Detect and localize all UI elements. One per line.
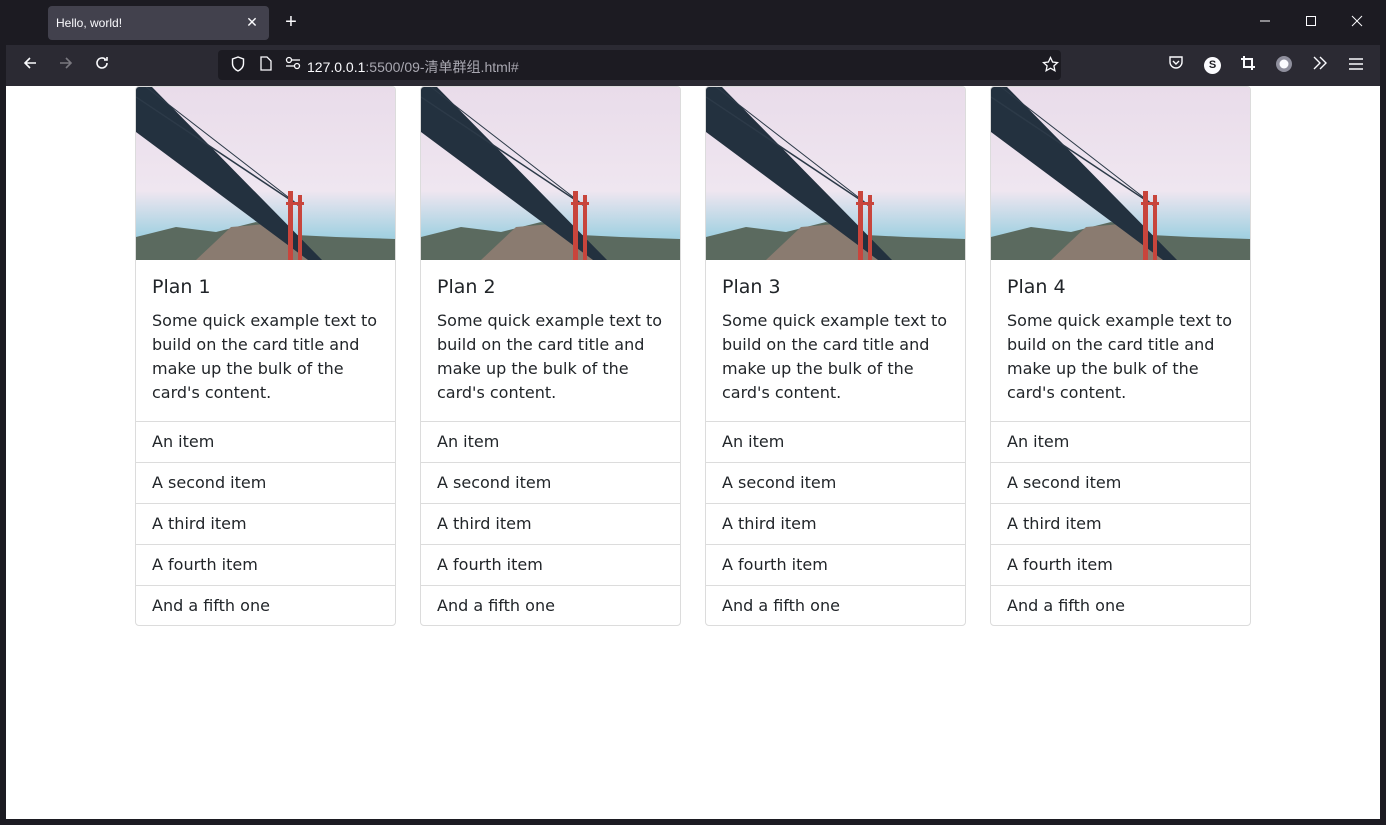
tab-strip: Hello, world! ✕ +: [0, 0, 1386, 45]
bridge-image: [991, 87, 1250, 260]
back-arrow-icon[interactable]: [20, 55, 40, 75]
tab-title: Hello, world!: [56, 16, 123, 30]
card-body: Plan 4 Some quick example text to build …: [1007, 275, 1237, 405]
url-bar[interactable]: 127.0.0.1:5500/09-清单群组.html#: [218, 50, 1061, 80]
card-text: Some quick example text to build on the …: [437, 311, 663, 402]
list-item: A second item: [136, 462, 395, 503]
maximize-icon[interactable]: [1301, 12, 1321, 32]
browser-window: Hello, world! ✕ + 127.0.0.1:5500/09-清单群组…: [0, 0, 1386, 825]
list-item: A fourth item: [991, 544, 1250, 585]
new-tab-icon[interactable]: +: [281, 12, 301, 32]
card-body: Plan 2 Some quick example text to build …: [437, 275, 667, 405]
permissions-icon[interactable]: [284, 56, 302, 74]
hamburger-menu-icon[interactable]: [1346, 55, 1366, 75]
card-body: Plan 1 Some quick example text to build …: [152, 275, 382, 405]
minimize-icon[interactable]: [1255, 12, 1275, 32]
card-text: Some quick example text to build on the …: [722, 311, 948, 402]
list-item: A second item: [421, 462, 680, 503]
card-title: Plan 1: [152, 276, 211, 298]
card-title: Plan 4: [1007, 276, 1066, 298]
card: Plan 2 Some quick example text to build …: [420, 86, 681, 626]
list-group: An item A second item A third item A fou…: [991, 421, 1250, 625]
list-group: An item A second item A third item A fou…: [706, 421, 965, 625]
list-item: And a fifth one: [421, 585, 680, 625]
list-item: A third item: [136, 503, 395, 544]
list-item: And a fifth one: [706, 585, 965, 625]
url-text[interactable]: 127.0.0.1:5500/09-清单群组.html#: [307, 57, 519, 77]
list-item: A third item: [706, 503, 965, 544]
list-group: An item A second item A third item A fou…: [421, 421, 680, 625]
screenshot-icon[interactable]: [1238, 55, 1258, 75]
card: Plan 4 Some quick example text to build …: [990, 86, 1251, 626]
chevrons-icon[interactable]: [1310, 55, 1330, 75]
nav-toolbar: 127.0.0.1:5500/09-清单群组.html# S: [6, 45, 1380, 86]
bridge-image: [421, 87, 680, 260]
record-icon[interactable]: [1274, 55, 1294, 75]
list-item: A second item: [991, 462, 1250, 503]
close-tab-icon[interactable]: ✕: [243, 13, 261, 31]
url-host: 127.0.0.1: [307, 59, 366, 75]
shield-icon[interactable]: [229, 56, 247, 74]
list-item: An item: [421, 421, 680, 462]
list-item: And a fifth one: [991, 585, 1250, 625]
list-group: An item A second item A third item A fou…: [136, 421, 395, 625]
card-text: Some quick example text to build on the …: [1007, 311, 1233, 402]
list-item: A third item: [421, 503, 680, 544]
star-icon[interactable]: [1041, 55, 1059, 74]
card-text: Some quick example text to build on the …: [152, 311, 378, 402]
list-item: A fourth item: [136, 544, 395, 585]
list-item: An item: [706, 421, 965, 462]
list-item: A fourth item: [421, 544, 680, 585]
forward-arrow-icon[interactable]: [56, 55, 76, 75]
card: Plan 3 Some quick example text to build …: [705, 86, 966, 626]
url-path: :5500/09-清单群组.html#: [365, 59, 519, 75]
card: Plan 1 Some quick example text to build …: [135, 86, 396, 626]
list-item: A second item: [706, 462, 965, 503]
bridge-image: [136, 87, 395, 260]
list-item: A fourth item: [706, 544, 965, 585]
list-item: An item: [136, 421, 395, 462]
bridge-image: [706, 87, 965, 260]
list-item: An item: [991, 421, 1250, 462]
card-title: Plan 3: [722, 276, 781, 298]
list-item: And a fifth one: [136, 585, 395, 625]
page-viewport: Plan 1 Some quick example text to build …: [6, 86, 1380, 819]
list-item: A third item: [991, 503, 1250, 544]
card-title: Plan 2: [437, 276, 496, 298]
close-window-icon[interactable]: [1347, 12, 1367, 32]
tab-hello-world[interactable]: Hello, world! ✕: [48, 6, 269, 40]
pocket-icon[interactable]: [1166, 55, 1186, 75]
extension-icon[interactable]: S: [1204, 57, 1221, 74]
card-body: Plan 3 Some quick example text to build …: [722, 275, 952, 405]
page-icon[interactable]: [257, 56, 275, 74]
reload-icon[interactable]: [92, 55, 112, 75]
